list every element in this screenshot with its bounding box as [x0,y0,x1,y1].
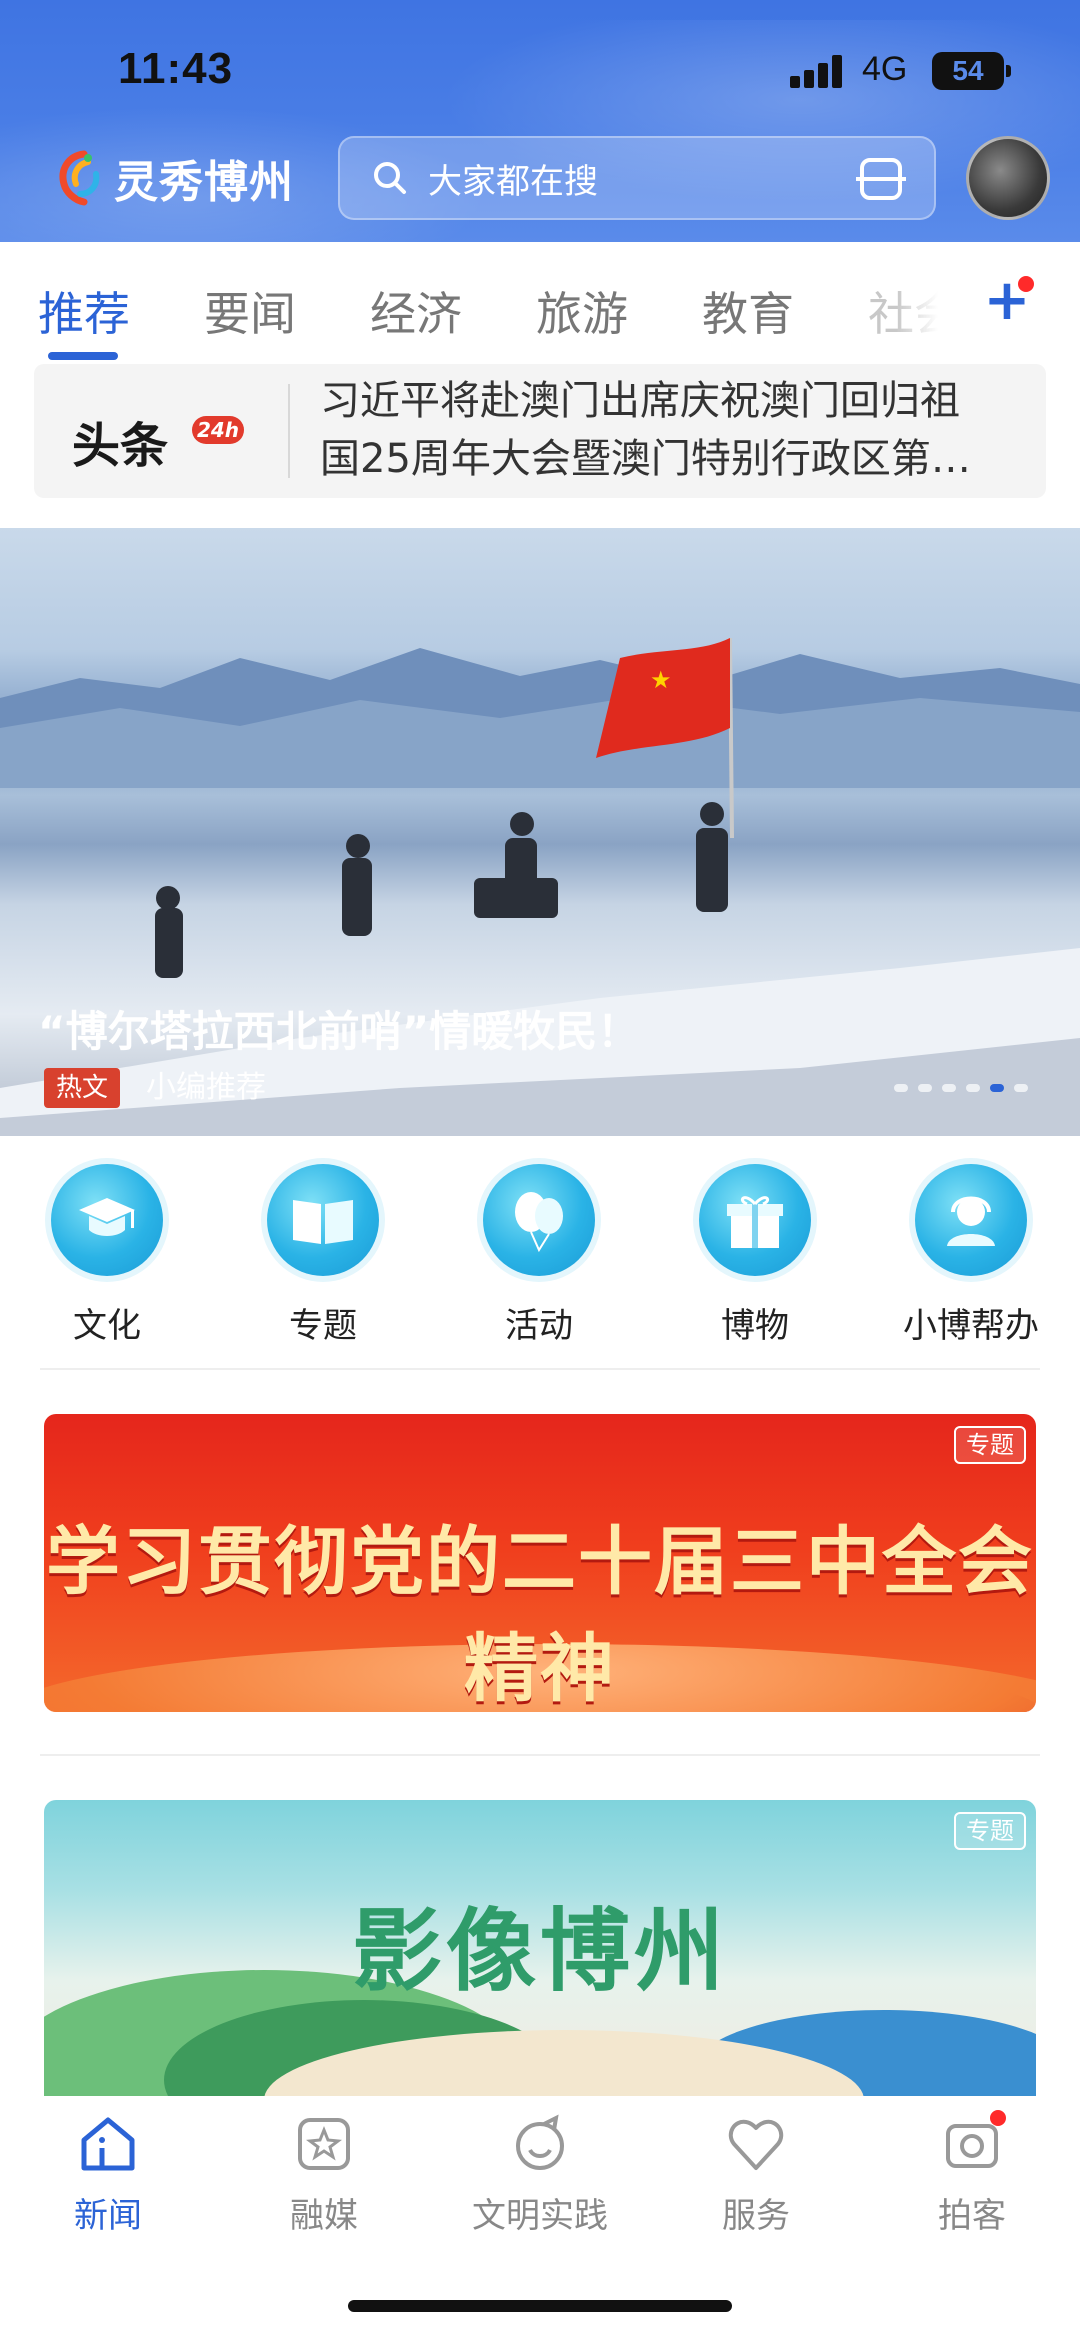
section-divider [40,1368,1040,1370]
search-input[interactable]: 大家都在搜 [428,154,598,203]
promo-tag: 专题 [954,1426,1026,1464]
channel-tabs: 推荐 要闻 经济 旅游 教育 社会 + [0,242,1080,362]
carousel-dot [942,1084,956,1092]
tab-news[interactable]: 要闻 [204,278,296,344]
home-indicator [348,2300,732,2312]
carousel-dot-active [990,1084,1004,1092]
hero-banner[interactable]: ★ “博尔塔拉西北前哨”情暖牧民！ 热文 小编推荐 [0,528,1080,1136]
active-tab-indicator [48,352,118,360]
tab-economy[interactable]: 经济 [370,278,462,344]
notification-dot [990,2110,1006,2126]
nav-media[interactable]: 融媒 [216,2114,432,2237]
nav-service[interactable]: 服务 [648,2114,864,2237]
promo-title: 影像博州 [352,1898,728,2004]
entry-label: 活动 [505,1306,573,1346]
headline-title[interactable]: 习近平将赴澳门出席庆祝澳门回归祖 国25周年大会暨澳门特别行政区第… [320,364,1026,498]
entry-museum[interactable]: 博物 [660,1164,850,1347]
banner-caption: “博尔塔拉西北前哨”情暖牧民！ [38,1007,640,1056]
home-icon [78,2114,138,2174]
media-icon [294,2114,354,2174]
app-header: 11:43 4G 54 灵秀博州 大家都在搜 [0,0,1080,242]
customer-service-icon [915,1164,1027,1276]
carousel-dot [966,1084,980,1092]
entry-label: 文化 [73,1306,141,1346]
nav-label: 文明实践 [472,2196,608,2236]
gift-icon [699,1164,811,1276]
promo-banner-study[interactable]: 学习贯彻党的二十届三中全会精神 专题 [44,1414,1036,1712]
nav-label: 融媒 [290,2196,358,2236]
section-divider [40,1754,1040,1756]
carousel-dot [894,1084,908,1092]
balloon-icon [483,1164,595,1276]
hot-badge: 热文 [44,1068,120,1108]
battery-icon: 54 [932,52,1011,90]
tab-society[interactable]: 社会 [868,278,938,344]
promo-title: 学习贯彻党的二十届三中全会精神 [46,1519,1034,1712]
entry-activity[interactable]: 活动 [444,1164,634,1347]
search-icon [370,158,410,198]
avatar[interactable] [966,136,1050,220]
nav-label: 拍客 [938,2196,1006,2236]
carousel-indicator [894,1084,1028,1092]
headline-line-1: 习近平将赴澳门出席庆祝澳门回归祖 [320,378,960,424]
logo-mark-icon [54,148,106,208]
heart-service-icon [726,2114,786,2174]
entry-culture[interactable]: 文化 [12,1164,202,1347]
entry-label: 专题 [289,1306,357,1346]
graduation-cap-icon [51,1164,163,1276]
nav-snap[interactable]: 拍客 [864,2114,1080,2237]
headline-card[interactable]: 头条 24h 习近平将赴澳门出席庆祝澳门回归祖 国25周年大会暨澳门特别行政区第… [34,364,1046,498]
tab-travel[interactable]: 旅游 [536,278,628,344]
nav-label: 服务 [722,2196,790,2236]
entry-helper[interactable]: 小博帮办 [876,1164,1066,1347]
promo-tag: 专题 [954,1812,1026,1850]
practice-icon [510,2114,570,2174]
nav-news[interactable]: 新闻 [0,2114,216,2237]
nav-civilization[interactable]: 文明实践 [432,2114,648,2237]
headline-divider [288,384,290,478]
status-time: 11:43 [118,44,234,93]
headline-badge-tag: 24h [192,416,244,444]
entry-topic[interactable]: 专题 [228,1164,418,1347]
carousel-dot [918,1084,932,1092]
headline-badge: 头条 24h [64,392,264,474]
tab-education[interactable]: 教育 [702,278,794,344]
search-bar[interactable]: 大家都在搜 [338,136,936,220]
scan-icon[interactable] [856,158,906,200]
app-name: 灵秀博州 [114,157,294,208]
network-type: 4G [862,50,908,88]
nav-label: 新闻 [74,2196,142,2236]
svg-text:★: ★ [650,666,672,694]
entry-label: 小博帮办 [903,1306,1039,1346]
banner-source: 小编推荐 [146,1070,266,1105]
entry-label: 博物 [721,1306,789,1346]
carousel-dot [1014,1084,1028,1092]
promo-banner-imaging[interactable]: 影像博州 专题 [44,1800,1036,2100]
signal-icon [790,54,846,88]
app-logo[interactable]: 灵秀博州 [54,146,294,210]
quick-entries: 文化 专题 活动 博物 小博帮办 [0,1150,1080,1346]
headline-badge-text: 头条 [72,418,169,474]
book-icon [267,1164,379,1276]
tab-recommend[interactable]: 推荐 [38,278,130,344]
notification-dot [1018,276,1034,292]
headline-line-2: 国25周年大会暨澳门特别行政区第… [320,436,971,482]
